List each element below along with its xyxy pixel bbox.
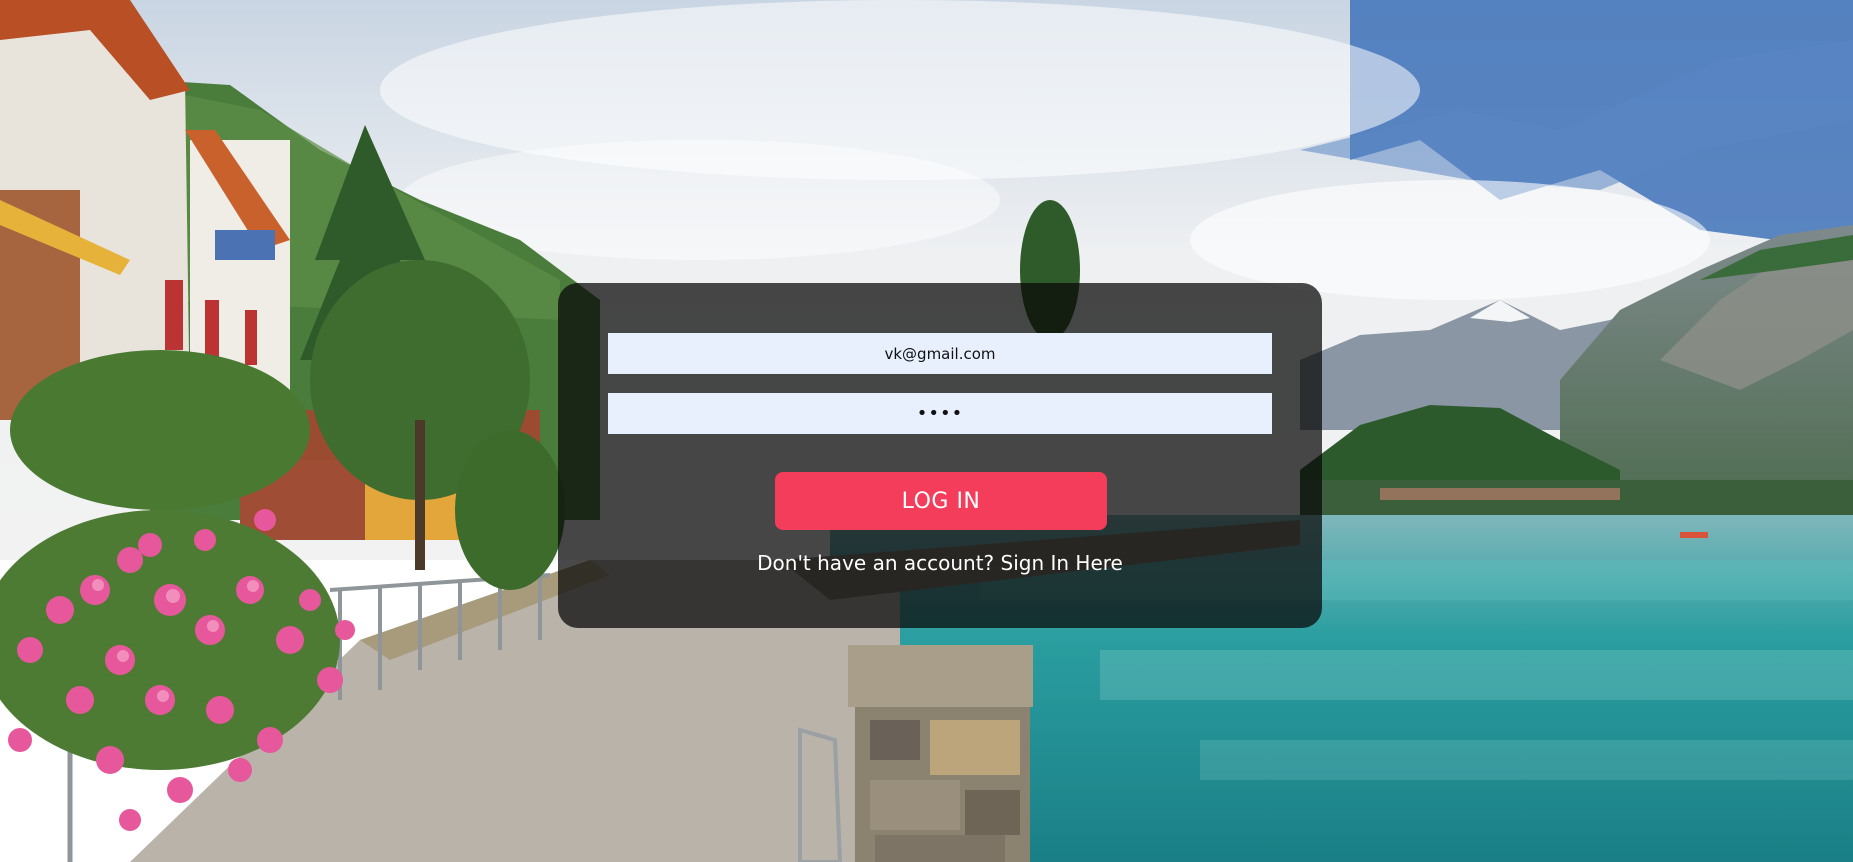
signup-link[interactable]: Sign In Here: [1001, 551, 1123, 575]
login-card: LOG IN Don't have an account? Sign In He…: [558, 283, 1322, 628]
signup-prompt-text: Don't have an account?: [757, 551, 995, 575]
login-button[interactable]: LOG IN: [775, 472, 1107, 530]
password-input[interactable]: [608, 393, 1272, 434]
login-page: LOG IN Don't have an account? Sign In He…: [0, 0, 1853, 862]
email-input[interactable]: [608, 333, 1272, 374]
signup-prompt: Don't have an account? Sign In Here: [558, 551, 1322, 575]
